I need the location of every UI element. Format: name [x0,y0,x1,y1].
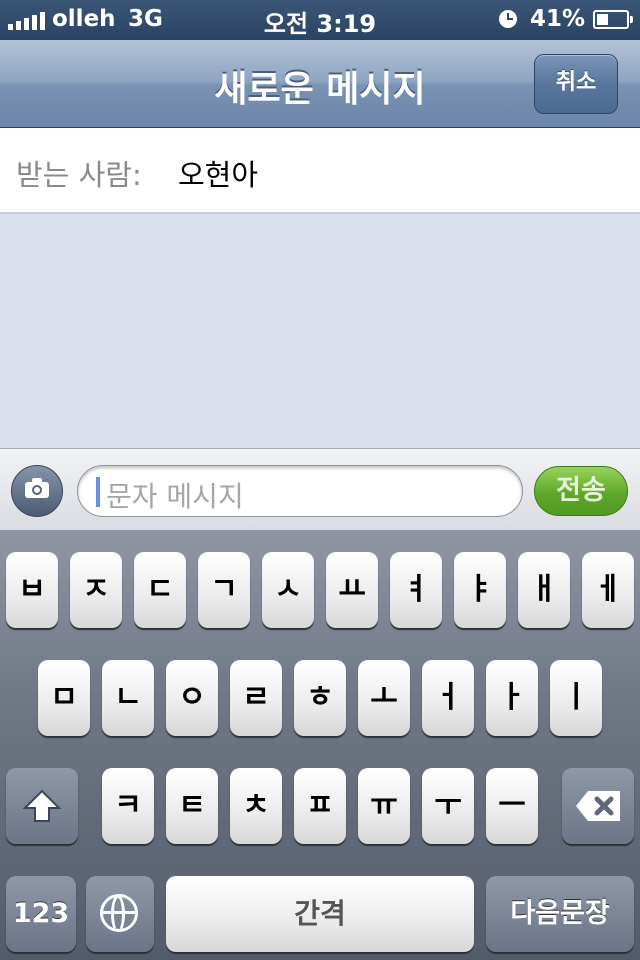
globe-key[interactable] [86,876,154,952]
shift-key[interactable] [6,768,78,844]
key[interactable]: ㄹ [230,660,282,736]
key[interactable]: ㅗ [358,660,410,736]
key[interactable]: ㅔ [582,552,634,628]
key[interactable]: ㅠ [358,768,410,844]
text-cursor [96,477,100,507]
conversation-area [0,214,640,448]
key[interactable]: ㅜ [422,768,474,844]
key[interactable]: ㅁ [38,660,90,736]
key[interactable]: ㄴ [102,660,154,736]
battery-percent: 41% [530,6,586,32]
globe-icon [100,894,138,932]
navigation-bar: 새로운 메시지 취소 [0,40,640,128]
key[interactable]: ㅣ [550,660,602,736]
space-key[interactable]: 간격 [166,876,474,952]
cancel-button[interactable]: 취소 [534,54,618,114]
key[interactable]: ㅡ [486,768,538,844]
key[interactable]: ㅂ [6,552,58,628]
status-bar: olleh 3G 오전 3:19 41% [0,0,640,40]
shift-arrow-icon [22,789,62,822]
alarm-clock-icon [499,10,517,28]
recipient-name[interactable]: 오현아 [178,152,258,194]
numbers-key[interactable]: 123 [6,876,76,952]
battery-icon [593,10,633,29]
key[interactable]: ㅈ [70,552,122,628]
key[interactable]: ㅎ [294,660,346,736]
key[interactable]: ㅌ [166,768,218,844]
delete-key[interactable] [562,768,634,844]
recipient-field[interactable]: 받는 사람: 오현아 [0,128,640,214]
key[interactable]: ㅕ [390,552,442,628]
key[interactable]: ㅓ [422,660,474,736]
key[interactable]: ㅍ [294,768,346,844]
korean-keyboard: ㅂ ㅈ ㄷ ㄱ ㅅ ㅛ ㅕ ㅑ ㅐ ㅔ ㅁ ㄴ ㅇ ㄹ ㅎ ㅗ ㅓ ㅏ ㅣ ㅋ … [0,530,640,960]
key[interactable]: ㅑ [454,552,506,628]
key[interactable]: ㅇ [166,660,218,736]
message-input[interactable]: 문자 메시지 [77,465,523,517]
camera-button[interactable] [11,465,63,517]
key[interactable]: ㅐ [518,552,570,628]
key[interactable]: ㅋ [102,768,154,844]
key[interactable]: ㄱ [198,552,250,628]
message-placeholder: 문자 메시지 [106,480,244,513]
key[interactable]: ㅏ [486,660,538,736]
recipient-label: 받는 사람: [16,158,142,192]
camera-icon [25,478,49,498]
key[interactable]: ㅅ [262,552,314,628]
key[interactable]: ㄷ [134,552,186,628]
key[interactable]: ㅛ [326,552,378,628]
compose-bar: 문자 메시지 전송 [0,448,640,530]
key[interactable]: ㅊ [230,768,282,844]
return-key[interactable]: 다음문장 [486,876,634,952]
send-button[interactable]: 전송 [534,466,628,516]
battery-level-fill [597,14,609,25]
backspace-icon [576,791,620,821]
